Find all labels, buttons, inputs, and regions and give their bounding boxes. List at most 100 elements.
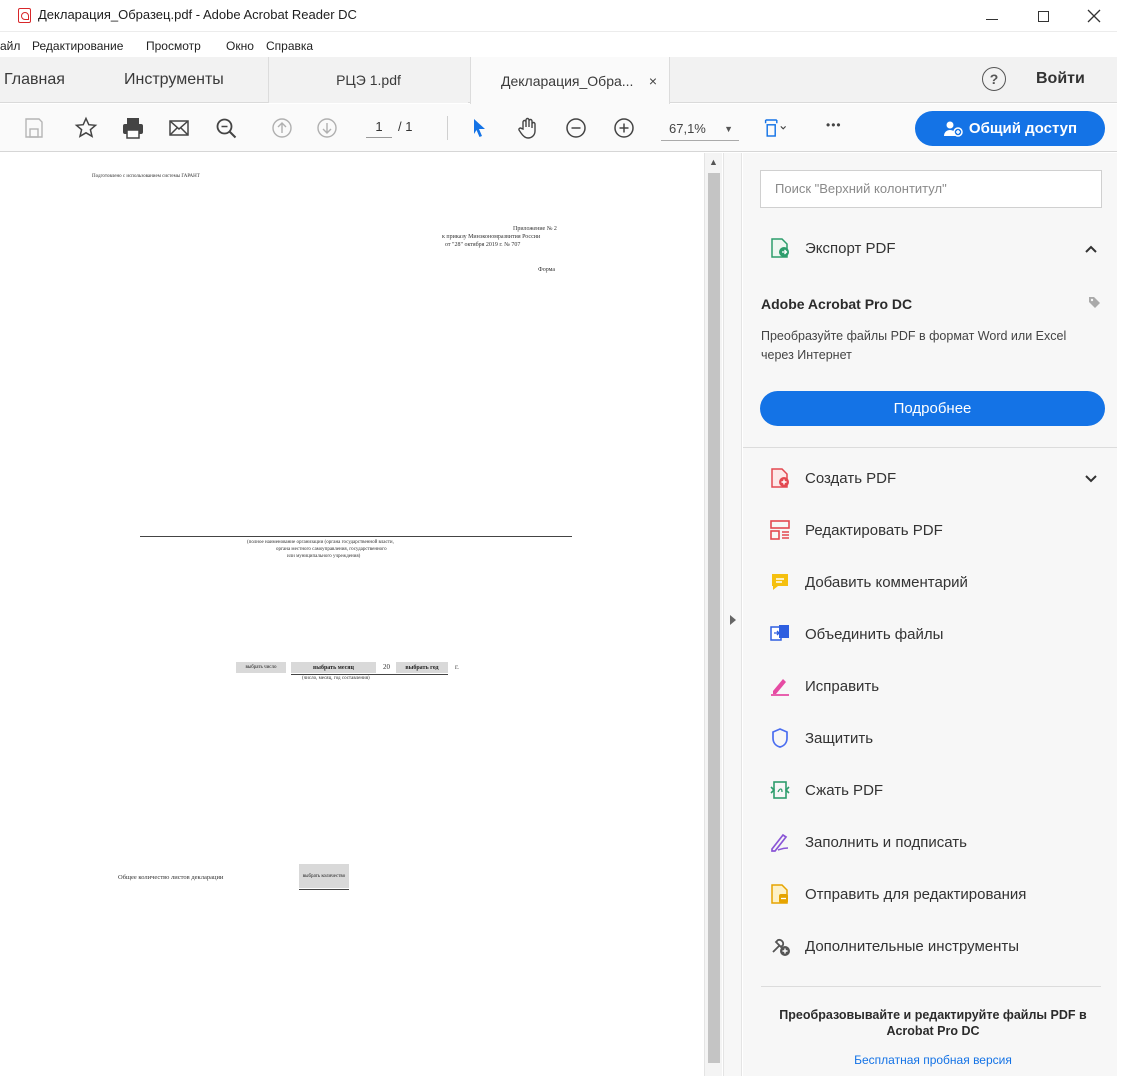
fit-page-icon	[764, 119, 786, 137]
add-user-icon	[943, 121, 963, 137]
tool-item-fill-sign[interactable]: Заполнить и подписать	[769, 827, 967, 857]
date-caption: (число, месяц, год составления)	[302, 676, 370, 681]
cursor-icon	[474, 119, 485, 137]
arrow-up-circle-icon	[272, 118, 292, 138]
hand-tool-button[interactable]	[514, 114, 542, 142]
chevron-down-icon: ▼	[724, 124, 733, 134]
sign-in-button[interactable]: Войти	[1036, 70, 1085, 88]
tool-label: Заполнить и подписать	[805, 833, 967, 851]
menu-view[interactable]: Просмотр	[146, 39, 201, 53]
acrobat-app-icon	[18, 8, 31, 23]
close-icon	[1087, 9, 1101, 23]
tab-document-declaration[interactable]: Декларация_Обра... ×	[470, 57, 670, 104]
share-button[interactable]: Общий доступ	[915, 111, 1105, 146]
save-button[interactable]	[20, 114, 48, 142]
more-options-icon[interactable]: •••	[826, 118, 842, 132]
zoom-in-icon	[614, 118, 634, 138]
menu-window[interactable]: Окно	[226, 39, 254, 53]
org-name-line	[140, 536, 572, 537]
scrollbar-thumb[interactable]	[708, 173, 720, 1063]
prev-page-button[interactable]	[268, 114, 296, 142]
panel-divider	[761, 986, 1101, 987]
appendix-line-2: к приказу Минэкономразвития России	[442, 234, 541, 240]
next-page-button[interactable]	[313, 114, 341, 142]
tool-item-combine[interactable]: Объединить файлы	[769, 619, 943, 649]
page-number-input[interactable]: 1	[366, 116, 392, 138]
tab-close-icon[interactable]: ×	[649, 73, 657, 89]
tool-label: Редактировать PDF	[805, 521, 943, 539]
tab-tools-label: Инструменты	[124, 71, 224, 88]
pro-description: Преобразуйте файлы PDF в формат Word или…	[761, 329, 1067, 362]
export-pdf-icon	[769, 237, 791, 259]
zoom-search-icon	[216, 118, 237, 139]
tab-home[interactable]: Главная	[0, 57, 100, 103]
find-button[interactable]	[212, 114, 240, 142]
minimize-icon	[986, 18, 998, 20]
tool-item-redact[interactable]: Исправить	[769, 671, 879, 701]
zoom-level-select[interactable]: 67,1% ▼	[661, 117, 739, 141]
tools-search-input[interactable]: Поиск "Верхний колонтитул"	[760, 170, 1102, 208]
email-button[interactable]	[165, 114, 193, 142]
zoom-level-value: 67,1%	[669, 121, 706, 136]
tool-item-comment[interactable]: Добавить комментарий	[769, 567, 968, 597]
day-select-field[interactable]: выбрать число	[236, 662, 286, 673]
tool-item-more-tools[interactable]: Дополнительные инструменты	[769, 931, 1019, 961]
edit-pdf-icon	[769, 519, 791, 541]
panel-toggle-strip[interactable]	[723, 153, 742, 1076]
document-page[interactable]: Подготовлено с использованием системы ГА…	[0, 153, 724, 1076]
sheets-select-field[interactable]: выбрать количество	[299, 864, 349, 888]
header-note: Подготовлено с использованием системы ГА…	[92, 174, 200, 179]
send-for-review-icon	[769, 883, 791, 905]
export-pdf-item[interactable]: Экспорт PDF	[769, 233, 896, 263]
tool-item-compress[interactable]: Сжать PDF	[769, 775, 883, 805]
org-caption-line-2: органа местного самоуправления, государс…	[276, 547, 387, 552]
tools-panel: Поиск "Верхний колонтитул" Экспорт PDF A…	[743, 153, 1117, 1076]
minimize-button[interactable]	[969, 2, 1015, 30]
page-total: / 1	[398, 119, 413, 134]
maximize-button[interactable]	[1020, 2, 1066, 30]
appendix-line-3: от "28" октября 2019 г. № 707	[445, 242, 521, 248]
bookmark-button[interactable]	[72, 114, 100, 142]
tag-icon	[1089, 297, 1100, 308]
learn-more-button[interactable]: Подробнее	[760, 391, 1105, 426]
print-button[interactable]	[119, 114, 147, 142]
comment-icon	[769, 571, 791, 593]
maximize-icon	[1037, 10, 1049, 22]
combine-files-icon	[769, 623, 791, 645]
tool-label: Отправить для редактирования	[805, 885, 1027, 903]
appendix-line-1: Приложение № 2	[513, 226, 557, 232]
tool-label: Дополнительные инструменты	[805, 937, 1020, 955]
window-title: Декларация_Образец.pdf - Adobe Acrobat R…	[38, 7, 357, 22]
chevron-up-icon[interactable]	[1083, 241, 1099, 257]
tool-item-send-review[interactable]: Отправить для редактирования	[769, 879, 1026, 909]
select-tool-button[interactable]	[465, 114, 493, 142]
scroll-up-icon[interactable]: ▲	[709, 157, 718, 167]
share-button-label: Общий доступ	[968, 120, 1078, 137]
toolbar-divider	[447, 116, 448, 140]
tool-label: Добавить комментарий	[805, 573, 968, 591]
menu-bar: айл Редактирование Просмотр Окно Справка	[0, 33, 1117, 57]
page-fit-button[interactable]	[758, 114, 794, 142]
form-label: Форма	[538, 267, 556, 273]
menu-edit[interactable]: Редактирование	[32, 39, 123, 53]
help-icon[interactable]: ?	[982, 67, 1006, 91]
menu-help[interactable]: Справка	[266, 39, 313, 53]
sheets-line	[299, 889, 349, 890]
protect-icon	[769, 727, 791, 749]
tool-item-create-pdf[interactable]: Создать PDF	[769, 463, 896, 493]
tab-document-rce[interactable]: РЦЭ 1.pdf	[268, 57, 468, 103]
free-trial-link[interactable]: Бесплатная пробная версия	[763, 1053, 1103, 1067]
tool-item-edit-pdf[interactable]: Редактировать PDF	[769, 515, 943, 545]
expand-panel-icon[interactable]	[730, 615, 736, 625]
menu-file[interactable]: айл	[0, 39, 20, 53]
chevron-down-icon[interactable]	[1083, 471, 1099, 487]
tab-tools[interactable]: Инструменты	[124, 57, 264, 103]
month-select-field[interactable]: выбрать месяц	[291, 662, 376, 673]
zoom-in-button[interactable]	[610, 114, 638, 142]
zoom-out-button[interactable]	[562, 114, 590, 142]
close-window-button[interactable]	[1071, 2, 1117, 30]
date-line	[291, 674, 448, 675]
document-scrollbar[interactable]: ▲	[704, 153, 722, 1076]
tool-item-protect[interactable]: Защитить	[769, 723, 873, 753]
year-select-field[interactable]: выбрать год	[396, 662, 448, 673]
